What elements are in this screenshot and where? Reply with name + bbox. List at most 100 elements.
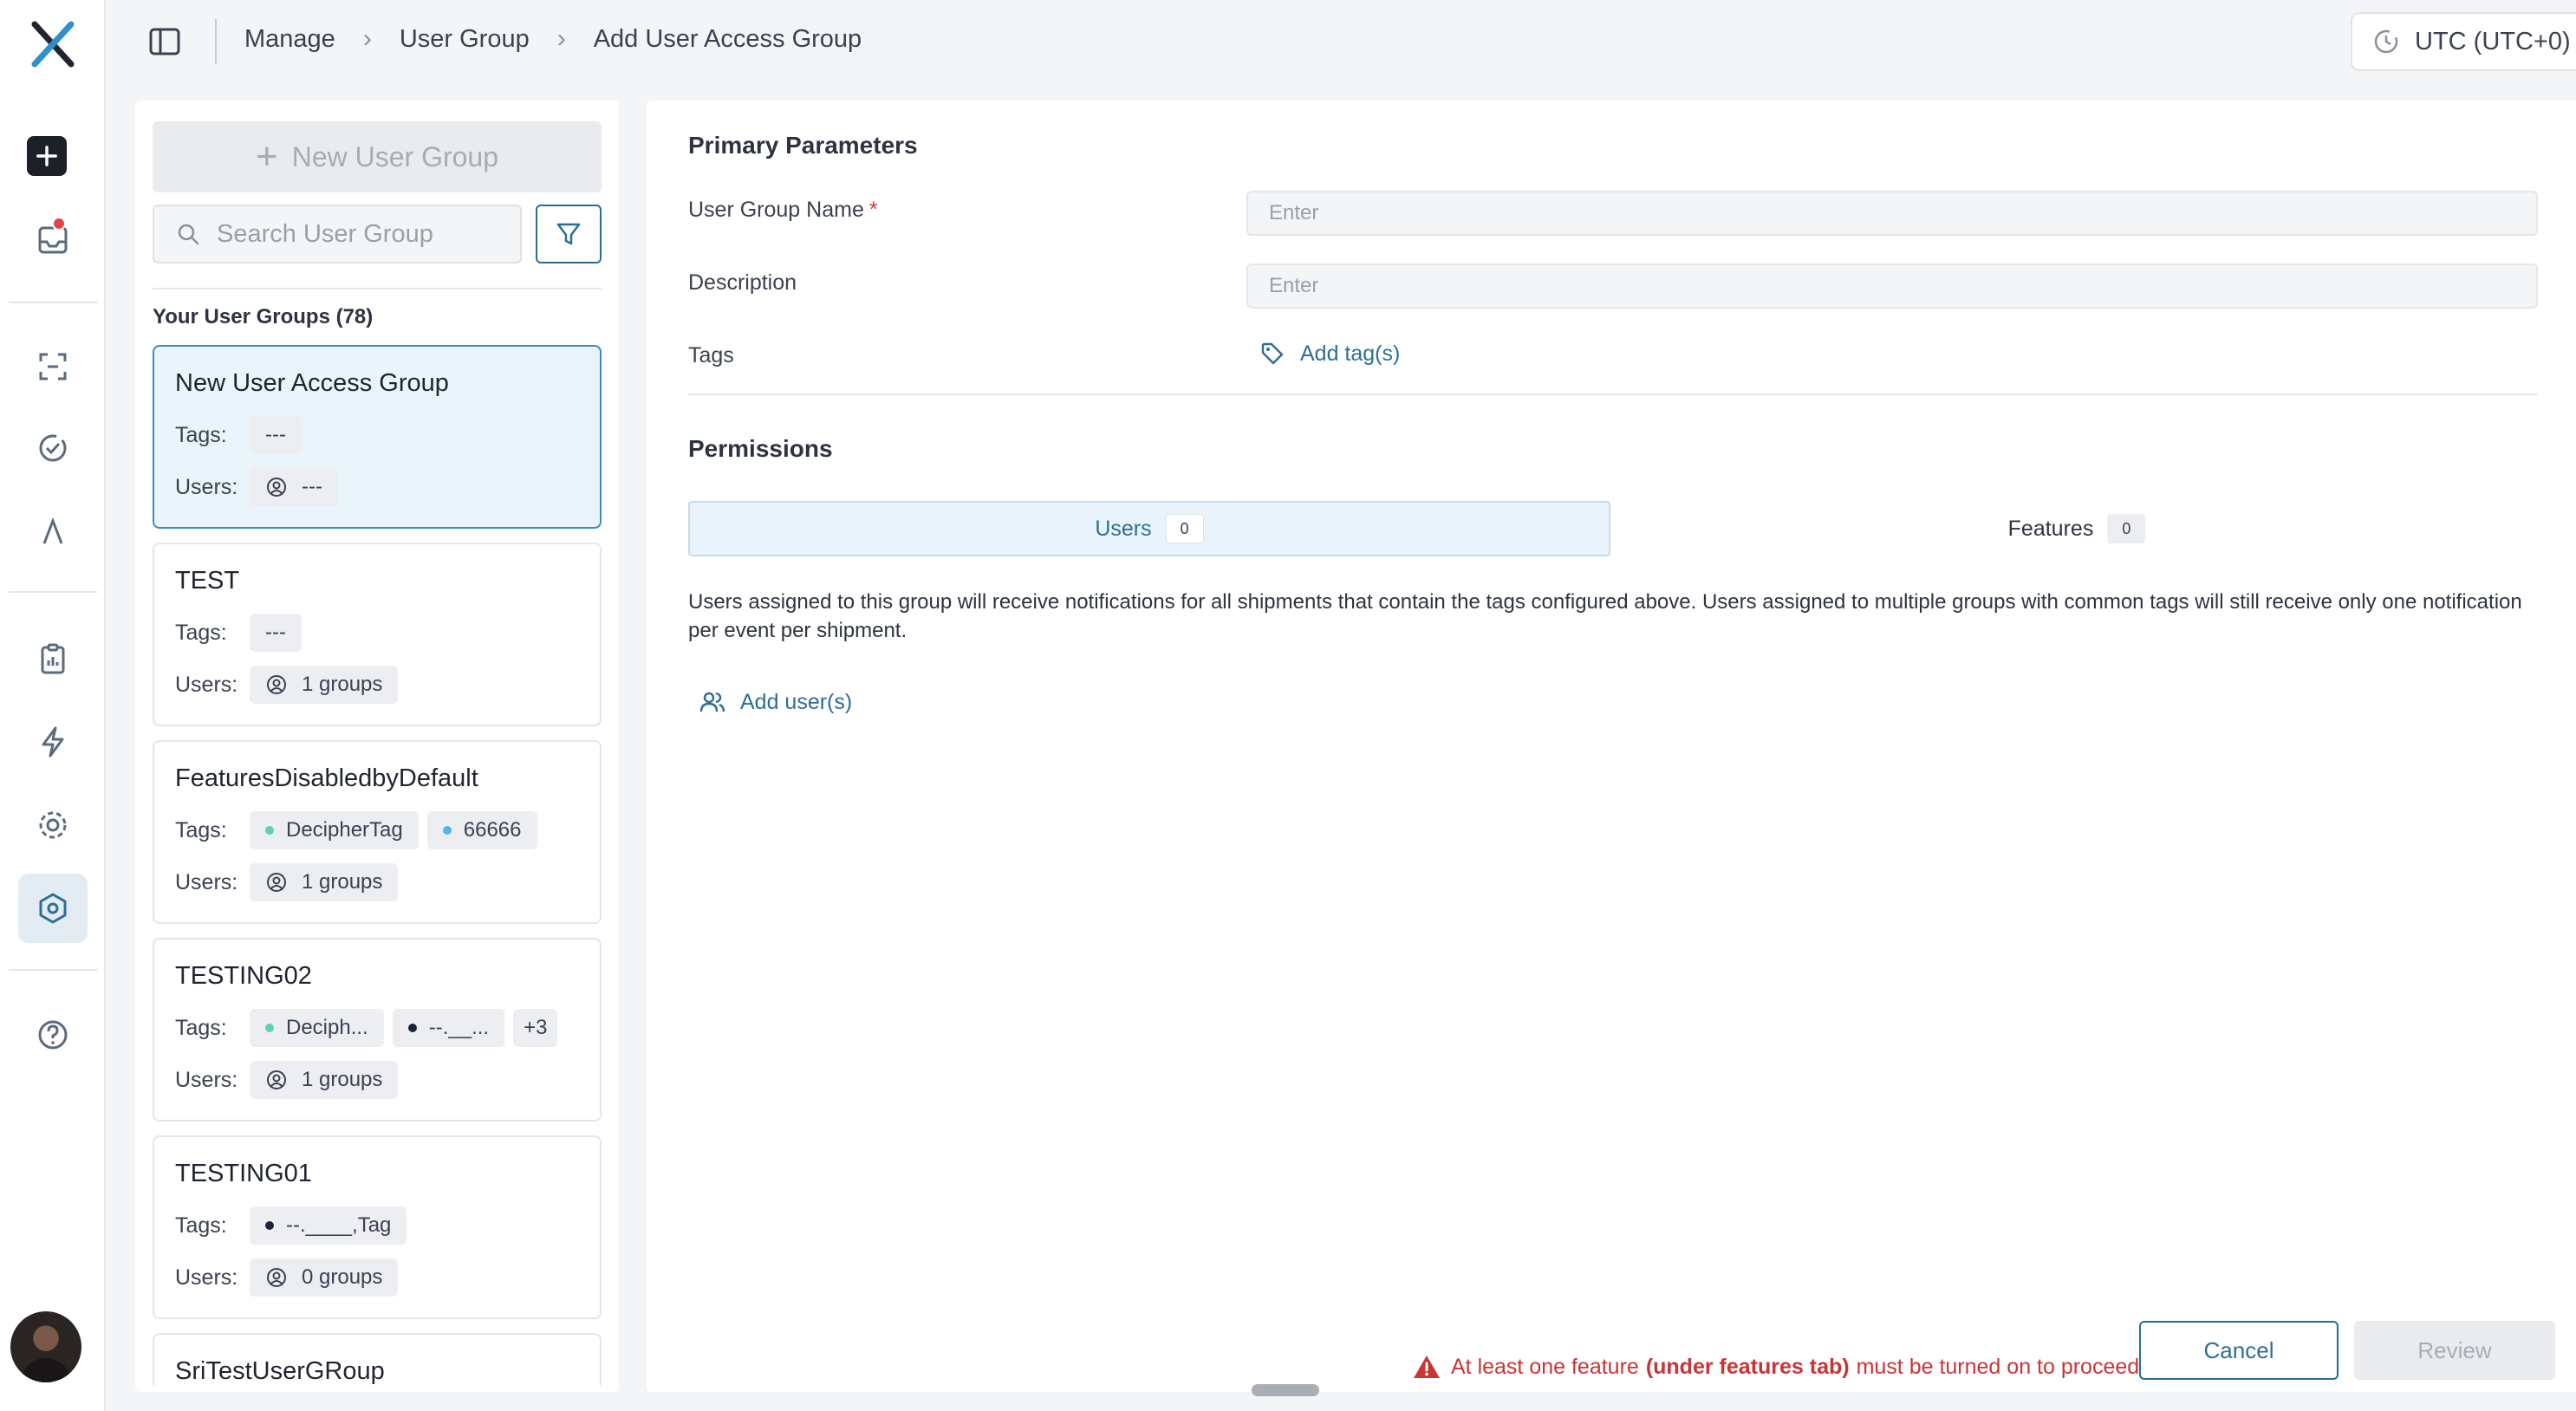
search-input[interactable]: Search User Group <box>153 205 522 263</box>
tag-text: --- <box>265 423 286 446</box>
chevron-right-icon: › <box>556 24 566 53</box>
inbox-icon[interactable] <box>18 205 88 274</box>
required-marker: * <box>868 198 878 222</box>
add-users-label: Add user(s) <box>740 689 853 714</box>
search-placeholder: Search User Group <box>217 219 433 248</box>
description-label: Description <box>688 270 797 295</box>
breadcrumb-manage[interactable]: Manage <box>244 25 335 54</box>
hexagon-settings-icon[interactable] <box>18 874 88 943</box>
user-group-list-panel: + New User Group Search User Group Your … <box>135 101 619 1392</box>
review-button[interactable]: Review <box>2354 1321 2555 1380</box>
timezone-label: UTC (UTC+0) <box>2415 27 2571 55</box>
user-group-card[interactable]: SriTestUserGRoup <box>153 1333 602 1385</box>
list-title: Your User Groups (78) <box>153 305 374 328</box>
tab-features-label: Features <box>2007 516 2094 541</box>
card-name: FeaturesDisabledbyDefault <box>175 764 478 792</box>
user-circle-icon <box>267 1070 286 1089</box>
card-tags-row: Tags: --- <box>175 614 310 652</box>
card-tags-row: Tags: --.____,Tag <box>175 1206 415 1245</box>
warning-triangle-icon <box>1414 1356 1440 1378</box>
card-name: SriTestUserGRoup <box>175 1357 385 1385</box>
rail-divider <box>9 969 97 971</box>
sidebar-toggle-icon[interactable] <box>144 21 185 62</box>
resize-handle[interactable] <box>1252 1384 1319 1396</box>
permissions-title: Permissions <box>688 435 833 462</box>
user-group-card[interactable]: TEST Tags: --- Users: 1 groups <box>153 543 602 726</box>
card-users-row: Users: 1 groups <box>175 666 407 704</box>
users-chip: --- <box>250 468 338 506</box>
help-icon[interactable] <box>18 1000 88 1070</box>
add-users-button[interactable]: Add user(s) <box>699 688 852 716</box>
cancel-button[interactable]: Cancel <box>2139 1321 2339 1380</box>
filter-button[interactable] <box>536 205 602 263</box>
clipboard-icon[interactable] <box>18 624 88 693</box>
users-chip: 0 groups <box>250 1258 399 1297</box>
users-chip: 1 groups <box>250 666 399 704</box>
tab-features[interactable]: Features 0 <box>1616 501 2538 556</box>
breadcrumb-current: Add User Access Group <box>593 24 862 53</box>
lambda-icon[interactable] <box>18 497 88 566</box>
tag-chip: --- <box>250 614 302 652</box>
card-users-row: Users: 1 groups <box>175 1061 407 1099</box>
tag-more-chip[interactable]: +3 <box>513 1009 558 1047</box>
tag-text: --- <box>265 621 286 644</box>
tags-label: Tags <box>688 343 734 367</box>
user-group-card[interactable]: New User Access Group Tags: --- Users: -… <box>153 345 602 529</box>
new-user-group-button[interactable]: + New User Group <box>153 121 602 192</box>
clock-icon <box>2374 29 2398 54</box>
new-user-group-label: New User Group <box>291 140 498 172</box>
user-group-card[interactable]: FeaturesDisabledbyDefault Tags: Decipher… <box>153 740 602 924</box>
breadcrumb-user-group[interactable]: User Group <box>400 25 530 54</box>
timezone-selector[interactable]: UTC (UTC+0) <box>2351 12 2576 71</box>
add-tags-button[interactable]: Add tag(s) <box>1259 340 1400 367</box>
user-group-name-placeholder: Enter <box>1269 201 1319 224</box>
users-chip: 1 groups <box>250 863 399 901</box>
users-label: Users: <box>175 474 238 499</box>
user-group-cards: New User Access Group Tags: --- Users: -… <box>153 345 602 1392</box>
user-group-card[interactable]: TESTING02 Tags: Deciph... --.__... +3 Us… <box>153 938 602 1122</box>
avatar[interactable] <box>10 1311 81 1382</box>
card-tags-row: Tags: DecipherTag 66666 <box>175 811 546 849</box>
tab-users-count: 0 <box>1165 514 1204 543</box>
user-group-name-label: User Group Name * <box>688 198 878 223</box>
plus-icon[interactable] <box>27 136 67 176</box>
tags-label: Tags: <box>175 817 227 842</box>
users-chip: 1 groups <box>250 1061 399 1099</box>
tag-text: 66666 <box>463 818 522 842</box>
users-icon <box>699 692 725 712</box>
card-tags-row: Tags: Deciph... --.__... +3 <box>175 1009 566 1047</box>
user-group-card[interactable]: TESTING01 Tags: --.____,Tag Users: 0 gro… <box>153 1135 602 1319</box>
user-group-name-input[interactable]: Enter <box>1246 191 2538 236</box>
warning-text-bold: (under features tab) <box>1645 1354 1850 1379</box>
plus-icon: + <box>256 135 278 178</box>
tab-users[interactable]: Users 0 <box>688 501 1610 556</box>
gear-icon[interactable] <box>18 790 88 860</box>
users-text: 1 groups <box>302 673 383 696</box>
breadcrumb: Manage › User Group › Add User Access Gr… <box>244 24 862 54</box>
list-divider <box>153 288 602 289</box>
users-label: Users: <box>175 1265 238 1290</box>
top-header: Manage › User Group › Add User Access Gr… <box>106 0 2576 85</box>
notification-dot <box>52 217 66 231</box>
users-label: Users: <box>175 672 238 697</box>
user-circle-icon <box>267 675 286 694</box>
filter-icon <box>556 223 581 245</box>
check-circle-icon[interactable] <box>18 413 88 483</box>
x-logo-icon[interactable] <box>23 14 83 75</box>
card-name: TESTING01 <box>175 1160 312 1187</box>
tag-color-dot <box>407 1024 417 1032</box>
users-text: 1 groups <box>302 870 383 894</box>
add-user-group-form: Primary Parameters User Group Name * Ente… <box>647 101 2576 1392</box>
card-users-row: Users: 0 groups <box>175 1258 407 1297</box>
tag-chip: --- <box>250 416 302 454</box>
warning-text-post: must be turned on to proceed. <box>1856 1354 2146 1379</box>
scan-icon[interactable] <box>18 332 88 401</box>
rail-divider <box>9 302 97 303</box>
tag-chip: DecipherTag <box>250 811 419 849</box>
feature-warning: At least one feature (under features tab… <box>1413 1354 2145 1380</box>
user-circle-icon <box>267 478 286 497</box>
description-input[interactable]: Enter <box>1246 263 2538 309</box>
user-circle-icon <box>267 873 286 892</box>
tag-chip: --.____,Tag <box>250 1206 407 1245</box>
bolt-icon[interactable] <box>18 707 88 777</box>
